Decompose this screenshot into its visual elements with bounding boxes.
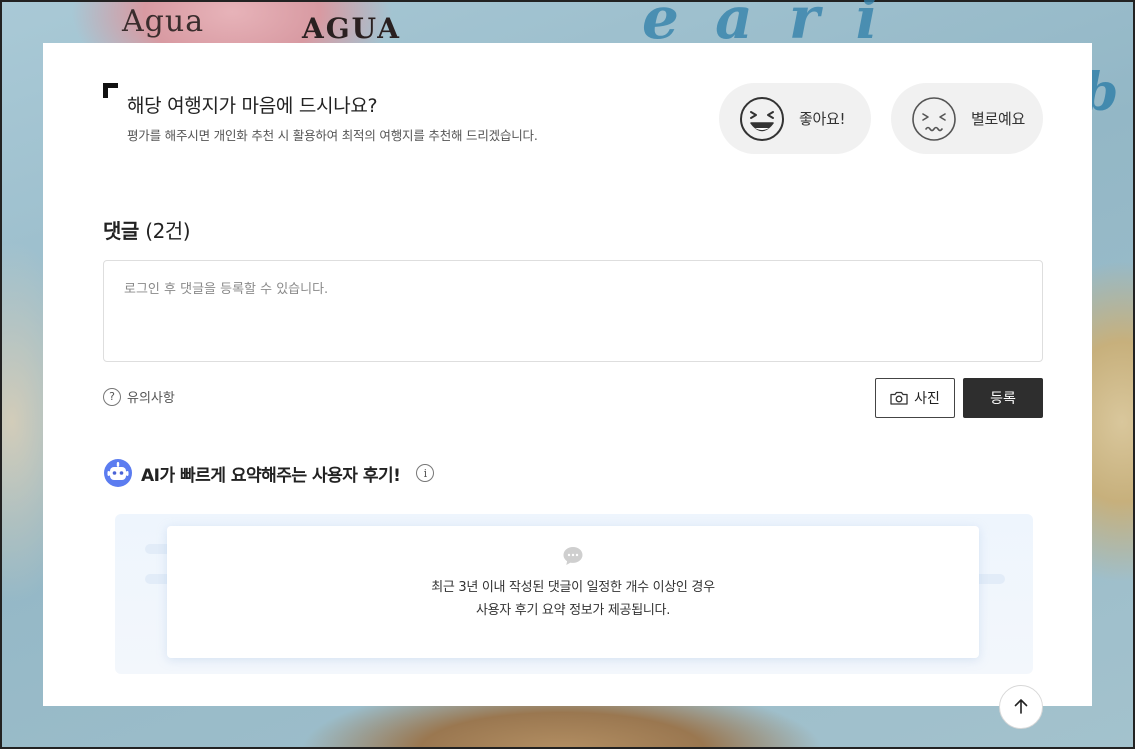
notice-label: 유의사항 [127,391,175,406]
robot-icon [104,459,132,487]
chat-bubble-icon [167,546,979,570]
like-button[interactable]: 좋아요! [719,83,871,154]
comment-input[interactable] [103,260,1043,362]
ai-summary-heading: AI가 빠르게 요약해주는 사용자 후기! i [103,458,435,488]
like-label: 좋아요! [799,110,846,128]
corner-bracket-icon [103,83,118,98]
submit-button[interactable]: 등록 [963,378,1043,418]
notice-link[interactable]: ? 유의사항 [103,387,175,406]
content-card: 해당 여행지가 마음에 드시나요? 평가를 해주시면 개인화 추천 시 활용하여… [43,43,1092,729]
camera-icon [890,391,908,405]
scroll-top-button[interactable] [999,685,1043,729]
arrow-up-icon [1014,699,1028,714]
rating-subtitle: 평가를 해주시면 개인화 추천 시 활용하여 최적의 여행지를 추천해 드리겠습… [127,128,538,143]
sad-face-icon [912,96,956,141]
photo-label: 사진 [914,391,940,407]
dislike-label: 별로예요 [971,110,1026,128]
map-text: AGUA [302,12,401,45]
empty-state-line2: 사용자 후기 요약 정보가 제공됩니다. [475,603,671,618]
empty-state-line1: 최근 3년 이내 작성된 댓글이 일정한 개수 이상인 경우 [431,580,715,595]
laughing-face-icon [740,96,784,141]
comments-title: 댓글 [103,219,139,243]
comments-heading: 댓글 (2건) [103,215,191,244]
info-icon[interactable]: i [416,464,435,482]
map-text: Agua [122,4,205,39]
comments-count: (2건) [145,219,191,243]
ai-summary-empty-state: 최근 3년 이내 작성된 댓글이 일정한 개수 이상인 경우 사용자 후기 요약… [167,526,979,658]
question-circle-icon: ? [103,387,121,406]
photo-button[interactable]: 사진 [875,378,955,418]
ai-summary-title: AI가 빠르게 요약해주는 사용자 후기! [141,465,401,486]
dislike-button[interactable]: 별로예요 [891,83,1043,154]
rating-title: 해당 여행지가 마음에 드시나요? [127,95,378,117]
